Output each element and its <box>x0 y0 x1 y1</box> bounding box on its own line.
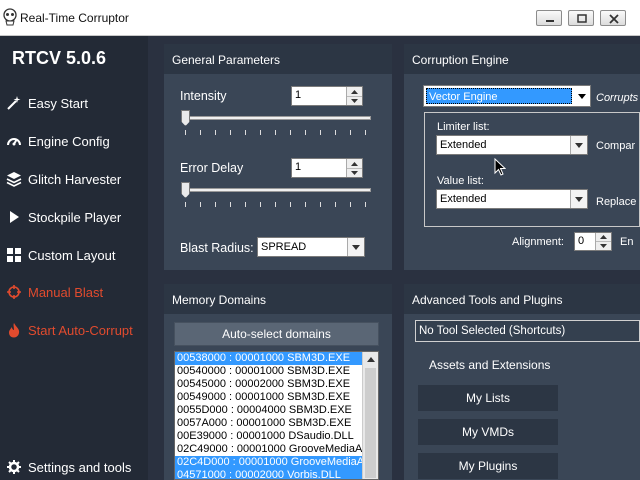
close-icon <box>609 14 619 24</box>
sidebar-item-label: Glitch Harvester <box>28 171 122 187</box>
memory-domains-panel: Memory Domains Auto-select domains 00538… <box>164 284 392 480</box>
value-list-label: Value list: <box>437 175 484 187</box>
corruption-engine-panel: Corruption Engine Vector Engine Corrupts… <box>404 44 640 270</box>
list-item[interactable]: 02C4D000 : 00001000 GrooveMediaA <box>175 456 378 469</box>
sidebar-item-label: Settings and tools <box>28 459 132 475</box>
panel-title: Memory Domains <box>164 284 392 314</box>
flame-icon <box>0 317 28 343</box>
engine-select[interactable]: Vector Engine <box>423 85 591 107</box>
list-item[interactable]: 00549000 : 00001000 SBM3D.EXE <box>175 391 378 404</box>
app-icon <box>3 8 17 26</box>
sidebar-item-easy-start[interactable]: Easy Start <box>0 90 148 116</box>
minimize-icon <box>546 20 554 22</box>
sidebar-item-settings-and-tools[interactable]: Settings and tools <box>0 454 148 480</box>
panel-title: Advanced Tools and Plugins <box>404 284 640 314</box>
error-delay-input[interactable]: 1 <box>291 158 363 178</box>
spin-up-icon[interactable] <box>347 159 362 168</box>
crosshair-icon <box>0 279 28 305</box>
sidebar-item-glitch-harvester[interactable]: Glitch Harvester <box>0 166 148 192</box>
sidebar-item-label: Start Auto-Corrupt <box>28 322 133 338</box>
spin-down-icon[interactable] <box>347 168 362 177</box>
sidebar-item-label: Engine Config <box>28 133 110 149</box>
list-item[interactable]: 04571000 : 00002000 Vorbis.DLL <box>175 469 378 479</box>
replace-label: Replace <box>596 196 637 208</box>
alignment-label: Alignment: <box>512 236 564 248</box>
scrollbar-thumb[interactable] <box>365 368 376 478</box>
sidebar-item-stockpile-player[interactable]: Stockpile Player <box>0 204 148 230</box>
spin-down-icon[interactable] <box>347 96 362 105</box>
maximize-button[interactable] <box>568 10 594 26</box>
general-parameters-panel: General Parameters Intensity 1 Error Del… <box>164 44 392 270</box>
maximize-icon <box>577 14 587 23</box>
sidebar-item-custom-layout[interactable]: Custom Layout <box>0 242 148 268</box>
list-item[interactable]: 0055D000 : 00004000 SBM3D.EXE <box>175 404 378 417</box>
minimize-button[interactable] <box>536 10 562 26</box>
play-icon <box>0 204 28 230</box>
my-lists-button[interactable]: My Lists <box>418 385 558 411</box>
list-item[interactable]: 00E39000 : 00001000 DSaudio.DLL <box>175 430 378 443</box>
scrollbar[interactable] <box>362 352 378 479</box>
mouse-cursor-icon <box>494 158 506 176</box>
advanced-tools-panel: Advanced Tools and Plugins No Tool Selec… <box>404 284 640 480</box>
sidebar-item-label: Easy Start <box>28 95 88 111</box>
my-plugins-button[interactable]: My Plugins <box>418 453 558 479</box>
error-delay-slider-track[interactable] <box>183 188 371 192</box>
blast-radius-label: Blast Radius: <box>180 241 254 255</box>
error-delay-slider-ticks <box>185 202 371 208</box>
gear-icon <box>0 454 28 480</box>
limiter-list-select[interactable]: Extended <box>436 135 588 155</box>
spin-down-icon[interactable] <box>596 241 611 249</box>
spin-up-icon[interactable] <box>347 87 362 96</box>
limiter-list-label: Limiter list: <box>437 121 490 133</box>
sidebar: RTCV 5.0.6 Easy Start Engine Config Glit… <box>0 36 148 480</box>
list-item[interactable]: 00538000 : 00001000 SBM3D.EXE <box>175 352 378 365</box>
chevron-down-icon <box>347 238 364 256</box>
sidebar-item-label: Manual Blast <box>28 284 104 300</box>
assets-and-extensions-label: Assets and Extensions <box>429 358 551 372</box>
sidebar-item-start-auto-corrupt[interactable]: Start Auto-Corrupt <box>0 317 148 343</box>
chevron-down-icon <box>573 86 590 106</box>
close-button[interactable] <box>600 10 626 26</box>
intensity-slider-ticks <box>185 130 371 136</box>
sidebar-item-label: Stockpile Player <box>28 209 122 225</box>
corrupts-label: Corrupts <box>596 92 639 104</box>
window-title: Real-Time Corruptor <box>20 11 129 25</box>
memory-domains-list[interactable]: 00538000 : 00001000 SBM3D.EXE 00540000 : … <box>174 351 379 480</box>
my-vmds-button[interactable]: My VMDs <box>418 419 558 445</box>
title-bar: Real-Time Corruptor <box>0 0 640 36</box>
sidebar-item-engine-config[interactable]: Engine Config <box>0 128 148 154</box>
spin-up-icon[interactable] <box>596 233 611 241</box>
layers-icon <box>0 166 28 192</box>
compare-label: Compar <box>596 140 636 152</box>
app-version: RTCV 5.0.6 <box>12 48 107 68</box>
intensity-input[interactable]: 1 <box>291 86 363 106</box>
wand-icon <box>0 90 28 116</box>
scroll-up-icon[interactable] <box>363 352 378 367</box>
en-label: En <box>620 236 634 248</box>
auto-select-domains-button[interactable]: Auto-select domains <box>174 322 379 346</box>
list-item[interactable]: 00545000 : 00002000 SBM3D.EXE <box>175 378 378 391</box>
grid-icon <box>0 242 28 268</box>
value-list-select[interactable]: Extended <box>436 189 588 209</box>
list-item[interactable]: 02C49000 : 00001000 GrooveMediaA <box>175 443 378 456</box>
blast-radius-select[interactable]: SPREAD <box>257 237 365 257</box>
alignment-input[interactable]: 0 <box>574 232 612 251</box>
intensity-slider-track[interactable] <box>183 116 371 120</box>
sidebar-item-manual-blast[interactable]: Manual Blast <box>0 279 148 305</box>
panel-title: Corruption Engine <box>404 44 640 74</box>
chevron-down-icon <box>570 190 587 208</box>
chevron-down-icon <box>570 136 587 154</box>
intensity-label: Intensity <box>180 89 227 103</box>
gauge-icon <box>0 128 28 154</box>
sidebar-item-label: Custom Layout <box>28 247 116 263</box>
list-item[interactable]: 00540000 : 00001000 SBM3D.EXE <box>175 365 378 378</box>
error-delay-label: Error Delay <box>180 161 244 175</box>
tool-select-dropdown[interactable]: No Tool Selected (Shortcuts) <box>415 320 640 342</box>
list-item[interactable]: 0057A000 : 00001000 SBM3D.EXE <box>175 417 378 430</box>
panel-title: General Parameters <box>164 44 392 74</box>
